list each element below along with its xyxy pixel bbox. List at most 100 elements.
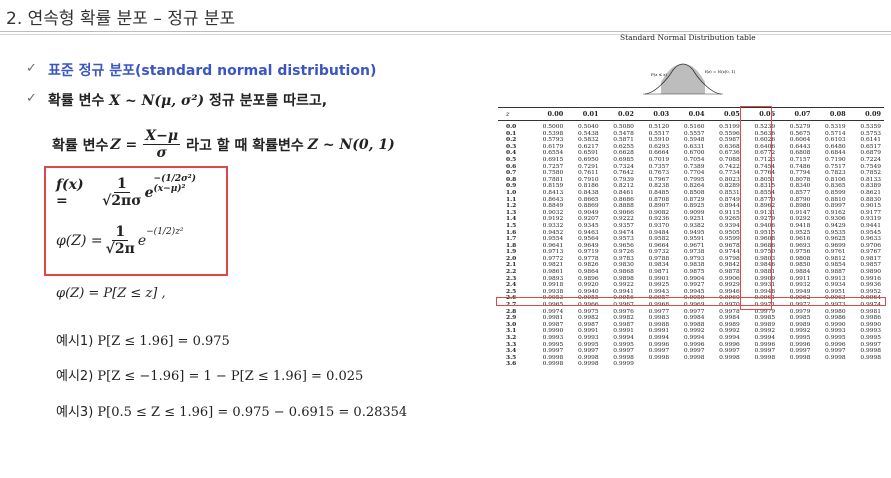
table-row: 1.4 0.9192 0.9207 0.9222 0.9236 0.9251 0.9265 0… xyxy=(498,216,884,223)
probability-cell: 0.9032 xyxy=(542,209,564,216)
probability-cell: 0.8770 xyxy=(754,196,776,203)
probability-cell: 0.9951 xyxy=(825,288,846,295)
probability-cell: 0.9881 xyxy=(754,269,776,276)
probability-cell: 0.9452 xyxy=(542,229,564,236)
probability-cell: 0.9945 xyxy=(683,288,705,295)
probability-cell: 0.9988 xyxy=(648,321,670,328)
probability-cell: 0.9868 xyxy=(613,269,634,276)
check-icon: ✓ xyxy=(26,91,37,106)
pdf-exponential: e xyxy=(144,184,154,201)
bullet-random-variable: 확률 변수 X ~ N(μ, σ²) 정규 분포를 따르고, xyxy=(48,90,327,110)
probability-cell: 0.6064 xyxy=(789,137,811,144)
example-2: 예시2) P[Z ≤ −1.96] = 1 − P[Z ≤ 1.96] = 0.… xyxy=(56,365,363,384)
table-row: 2.5 0.9938 0.9940 0.9941 0.9943 0.9945 0.9946 0… xyxy=(498,288,884,296)
probability-cell: 0.5120 xyxy=(648,124,670,130)
table-row: 3.2 0.9993 0.9993 0.9994 0.9994 0.9994 0.9994 0… xyxy=(498,334,884,342)
table-row: 3.0 0.9987 0.9987 0.9987 0.9988 0.9988 0.9989 0… xyxy=(498,321,884,329)
probability-cell: 0.9535 xyxy=(825,229,846,236)
probability-cell: 0.9996 xyxy=(825,341,846,348)
probability-cell: 0.9943 xyxy=(648,288,670,295)
probability-cell: 0.9983 xyxy=(648,315,670,322)
probability-cell: 0.5793 xyxy=(542,137,564,144)
probability-cell: 0.7611 xyxy=(577,170,599,177)
probability-cell: 0.8810 xyxy=(825,196,846,203)
probability-cell: 0.9656 xyxy=(613,242,634,249)
probability-cell: 0.7794 xyxy=(789,170,811,177)
probability-cell: 0.7549 xyxy=(860,163,881,170)
probability-cell: 0.9993 xyxy=(860,328,881,335)
probability-cell: 0.9515 xyxy=(754,229,776,236)
probability-cell: 0.5199 xyxy=(719,124,740,130)
probability-cell: 0.6950 xyxy=(577,156,599,163)
probability-cell: 0.5517 xyxy=(648,130,670,137)
probability-cell: 0.9525 xyxy=(789,229,811,236)
probability-cell: 0.9066 xyxy=(613,209,634,216)
probability-cell: 0.6700 xyxy=(683,150,705,157)
probability-cell: 0.9750 xyxy=(754,249,776,256)
table-row: 2.8 0.9974 0.9975 0.9976 0.9977 0.9977 0.9978 0… xyxy=(498,308,884,316)
probability-cell: 0.9998 xyxy=(577,361,599,368)
probability-cell: 0.9968 xyxy=(648,302,670,309)
curve-label-left: P(z ≤ z) xyxy=(651,72,667,77)
probability-cell: 0.9980 xyxy=(825,308,846,315)
probability-cell: 0.9177 xyxy=(860,209,881,216)
table-row: 1.2 0.8849 0.8869 0.8888 0.8907 0.8925 0.8944 0… xyxy=(498,203,884,210)
probability-cell: 0.6591 xyxy=(577,150,599,157)
probability-cell: 0.9861 xyxy=(542,269,564,276)
example-label: 예시3) xyxy=(56,405,94,420)
probability-cell: 0.7291 xyxy=(577,163,599,170)
probability-cell: 0.6772 xyxy=(754,150,776,157)
column-header: 0.01 xyxy=(582,110,599,118)
probability-cell: 0.9967 xyxy=(613,302,634,309)
table-row: 2.0 0.9772 0.9778 0.9783 0.9788 0.9793 0.9798 0… xyxy=(498,255,884,263)
probability-cell: 0.9783 xyxy=(613,255,634,262)
table-row: 0.0 0.5000 0.5040 0.5080 0.5120 0.5160 0.5199 0… xyxy=(498,121,884,131)
column-header: 0.03 xyxy=(653,110,670,118)
probability-cell: 0.9418 xyxy=(789,222,811,229)
probability-cell: 0.8925 xyxy=(683,203,705,210)
probability-cell: 0.9901 xyxy=(648,275,670,282)
pdf-numerator: 1 xyxy=(113,176,130,193)
probability-cell: 0.9987 xyxy=(577,321,599,328)
probability-cell: 0.9985 xyxy=(789,315,811,322)
probability-cell: 0.6879 xyxy=(860,150,881,157)
bullet-standard-normal: 표준 정규 분포(standard normal distribution) xyxy=(48,63,377,79)
table-row: 3.4 0.9997 0.9997 0.9997 0.9997 0.9997 0.9997 0… xyxy=(498,348,884,355)
probability-cell: 0.9893 xyxy=(542,275,564,282)
probability-cell: 0.9996 xyxy=(648,341,670,348)
probability-cell: 0.6554 xyxy=(542,150,564,157)
probability-cell: 0.9591 xyxy=(683,236,705,243)
probability-cell: 0.9706 xyxy=(860,242,881,249)
probability-cell: 0.9251 xyxy=(683,216,705,223)
probability-cell: 0.9971 xyxy=(754,302,776,309)
probability-cell: 0.9686 xyxy=(754,242,776,249)
probability-cell: 0.9959 xyxy=(683,295,705,302)
probability-cell: 0.8106 xyxy=(825,176,846,183)
probability-cell: 0.5714 xyxy=(825,130,846,137)
probability-cell: 0.9998 xyxy=(577,354,599,361)
probability-cell: 0.9993 xyxy=(542,335,564,341)
probability-cell: 0.5832 xyxy=(577,137,599,144)
probability-cell: 0.6808 xyxy=(789,150,811,157)
probability-cell: 0.9997 xyxy=(613,348,634,355)
probability-cell: 0.6217 xyxy=(577,143,599,150)
table-row: 3.1 0.9990 0.9991 0.9991 0.9991 0.9992 0.9992 0… xyxy=(498,328,884,335)
example-label: 예시1) xyxy=(56,334,94,349)
probability-cell: 0.9306 xyxy=(825,216,846,223)
example-1: 예시1) P[Z ≤ 1.96] = 0.975 xyxy=(56,330,230,349)
table-row: 3.6 0.9998 0.9998 0.9999 xyxy=(498,361,884,368)
table-row: 0.4 0.6554 0.6591 0.6628 0.6664 0.6700 0.6736 0… xyxy=(498,150,884,157)
probability-cell: 0.9989 xyxy=(754,321,776,328)
z-table-header-row: z 0.00 0.01 0.02 0.03 0.04 0.05 0.06 0.07 0.08 0.0… xyxy=(498,108,884,121)
probability-cell: 0.9974 xyxy=(542,308,564,315)
probability-cell: 0.9988 xyxy=(683,321,705,328)
probability-cell: 0.9906 xyxy=(719,275,740,282)
probability-cell: 0.9963 xyxy=(825,295,846,302)
probability-cell: 0.9995 xyxy=(613,341,634,348)
probability-cell: 0.9978 xyxy=(719,308,740,315)
probability-cell: 0.9082 xyxy=(648,209,670,216)
probability-cell: 0.7088 xyxy=(719,156,740,163)
probability-cell: 0.6844 xyxy=(825,150,846,157)
pdf-formula-box: f(x) = 1 √2πσ e −(1/2σ²)(x−μ)² φ(Z) = 1 √… xyxy=(44,166,228,276)
probability-cell: 0.9992 xyxy=(754,328,776,335)
